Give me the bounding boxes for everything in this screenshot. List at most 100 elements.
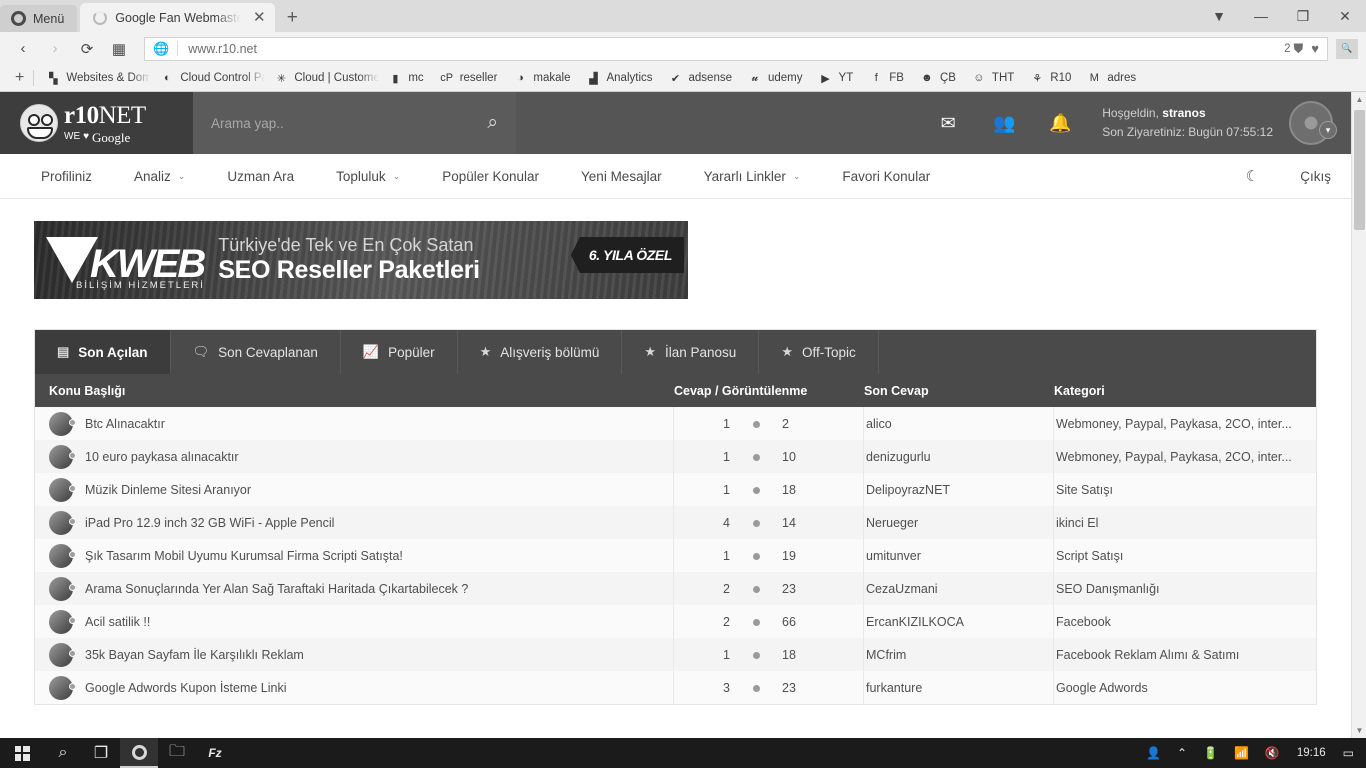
table-row[interactable]: Google Adwords Kupon İsteme Linki 3 23 furk… xyxy=(35,671,1316,704)
avatar[interactable]: ▾ xyxy=(1289,101,1337,145)
last-reply-user[interactable]: DelipoyrazNET xyxy=(866,483,950,497)
page-scrollbar[interactable]: ▲ ▼ xyxy=(1351,92,1366,738)
tab-alisveris-bolumu[interactable]: ★ Alışveriş bölümü xyxy=(458,330,623,374)
table-row[interactable]: iPad Pro 12.9 inch 32 GB WiFi - Apple Pe… xyxy=(35,506,1316,539)
show-hidden-icons-chevron[interactable]: ⌃ xyxy=(1169,738,1195,768)
nav-item-uzman-ara[interactable]: Uzman Ara xyxy=(206,169,315,184)
last-reply-user[interactable]: umitunver xyxy=(866,549,921,563)
table-row[interactable]: Müzik Dinleme Sitesi Aranıyor 1 18 Delipoyr… xyxy=(35,473,1316,506)
bookmark-item[interactable]: M adres xyxy=(1079,67,1144,89)
topic-title-link[interactable]: Müzik Dinleme Sitesi Aranıyor xyxy=(85,483,251,497)
nav-item-topluluk[interactable]: Topluluk ⌄ xyxy=(315,169,421,184)
topic-title-link[interactable]: Arama Sonuçlarında Yer Alan Sağ Taraftak… xyxy=(85,582,468,596)
start-button[interactable] xyxy=(0,738,44,768)
bookmark-item[interactable]: ◐ Cloud Control Panel xyxy=(152,67,266,89)
new-tab-button[interactable]: + xyxy=(275,3,309,32)
topic-title-link[interactable]: Google Adwords Kupon İsteme Linki xyxy=(85,681,287,695)
back-button[interactable]: ‹ xyxy=(8,36,38,62)
last-reply-user[interactable]: alico xyxy=(866,417,892,431)
site-logo[interactable]: r10NET WE ♥ Google xyxy=(0,92,193,154)
bookmark-item[interactable]: ✳ Cloud | Customer Ar xyxy=(266,67,381,89)
close-tab-icon[interactable]: ✕ xyxy=(251,10,267,25)
bookmark-item[interactable]: ☻ ÇB xyxy=(912,67,964,89)
bookmark-item[interactable]: ▮ mc xyxy=(380,67,431,89)
browser-tab[interactable]: Google Fan Webmaster Fo ✕ xyxy=(80,3,276,32)
category-link[interactable]: ikinci El xyxy=(1056,516,1098,530)
notifications-icon[interactable]: 🔔 xyxy=(1032,113,1088,134)
mail-icon[interactable]: ✉ xyxy=(920,113,976,134)
last-reply-user[interactable]: CezaUzmani xyxy=(866,582,938,596)
category-link[interactable]: SEO Danışmanlığı xyxy=(1056,582,1160,596)
topic-title-link[interactable]: Acil satilik !! xyxy=(85,615,150,629)
category-link[interactable]: Webmoney, Paypal, Paykasa, 2CO, inter... xyxy=(1056,417,1292,431)
tab-son-acilan[interactable]: ▤ Son Açılan xyxy=(35,330,171,374)
table-row[interactable]: 10 euro paykasa alınacaktır 1 10 denizugurl… xyxy=(35,440,1316,473)
tab-son-cevaplanan[interactable]: 🗨 Son Cevaplanan xyxy=(171,330,341,374)
minimize-button[interactable]: — xyxy=(1240,0,1282,32)
category-link[interactable]: Facebook Reklam Alımı & Satımı xyxy=(1056,648,1239,662)
bookmark-item[interactable]: ◑ makale xyxy=(505,67,578,89)
bookmark-item[interactable]: cP reseller xyxy=(432,67,506,89)
column-header-title[interactable]: Konu Başlığı xyxy=(35,384,674,398)
nav-item-profiliniz[interactable]: Profiliniz xyxy=(20,169,113,184)
bookmark-item[interactable]: ☺ THT xyxy=(964,67,1022,89)
dark-mode-icon[interactable]: ☾ xyxy=(1232,167,1273,185)
opera-menu-button[interactable]: Menü xyxy=(0,5,78,32)
bookmark-item[interactable]: 𝓾 udemy xyxy=(740,67,811,89)
logout-link[interactable]: Çıkış xyxy=(1279,169,1331,184)
topic-title-link[interactable]: iPad Pro 12.9 inch 32 GB WiFi - Apple Pe… xyxy=(85,516,334,530)
nav-item-populer-konular[interactable]: Popüler Konular xyxy=(421,169,560,184)
table-row[interactable]: Btc Alınacaktır 1 2 alico Webmoney, Paypal, … xyxy=(35,407,1316,440)
category-link[interactable]: Webmoney, Paypal, Paykasa, 2CO, inter... xyxy=(1056,450,1292,464)
last-reply-user[interactable]: ErcanKIZILKOCA xyxy=(866,615,964,629)
speed-dial-icon[interactable]: ▦ xyxy=(104,36,134,62)
table-row[interactable]: Şık Tasarım Mobil Uyumu Kurumsal Firma S… xyxy=(35,539,1316,572)
ad-blocker-icon[interactable]: ⛊ xyxy=(1294,41,1304,57)
bookmark-item[interactable]: ✔ adsense xyxy=(661,67,740,89)
bookmark-item[interactable]: ▚ Websites & Domains xyxy=(38,67,152,89)
opera-taskbar-icon[interactable] xyxy=(120,738,158,768)
column-header-category[interactable]: Kategori xyxy=(1054,384,1316,398)
file-explorer-icon[interactable]: 🗀 xyxy=(158,738,196,768)
topic-title-link[interactable]: Şık Tasarım Mobil Uyumu Kurumsal Firma S… xyxy=(85,549,403,563)
friends-icon[interactable]: 👥 xyxy=(976,113,1032,134)
people-icon[interactable]: 👤 xyxy=(1138,738,1169,768)
last-reply-user[interactable]: Nerueger xyxy=(866,516,918,530)
bookmark-item[interactable]: ▶ YT xyxy=(811,67,862,89)
filezilla-icon[interactable]: Fz xyxy=(196,738,234,768)
maximize-button[interactable]: ❐ xyxy=(1282,0,1324,32)
nav-item-favori-konular[interactable]: Favori Konular xyxy=(821,169,951,184)
tab-populer[interactable]: 📈 Popüler xyxy=(341,330,458,374)
scrollbar-thumb[interactable] xyxy=(1354,110,1365,230)
heart-icon[interactable]: ♥ xyxy=(1311,41,1319,56)
tab-off-topic[interactable]: ★ Off-Topic xyxy=(759,330,879,374)
forward-button[interactable]: › xyxy=(40,36,70,62)
close-window-button[interactable]: ✕ xyxy=(1324,0,1366,32)
taskbar-search-icon[interactable]: ⌕ xyxy=(44,738,82,768)
url-text[interactable]: www.r10.net xyxy=(188,42,1284,56)
category-link[interactable]: Facebook xyxy=(1056,615,1111,629)
topic-title-link[interactable]: 10 euro paykasa alınacaktır xyxy=(85,450,239,464)
address-bar[interactable]: 🌐 www.r10.net 2 ⛊ ♥ xyxy=(144,36,1328,61)
table-row[interactable]: 35k Bayan Sayfam İle Karşılıklı Reklam 1 1… xyxy=(35,638,1316,671)
battery-icon[interactable]: 🔋 xyxy=(1195,738,1226,768)
easy-setup-icon[interactable]: ▼ xyxy=(1198,0,1240,32)
last-reply-user[interactable]: denizugurlu xyxy=(866,450,931,464)
table-row[interactable]: Acil satilik !! 2 66 ErcanKIZILKOCA Facebook xyxy=(35,605,1316,638)
tab-ilan-panosu[interactable]: ★ İlan Panosu xyxy=(622,330,760,374)
nav-item-yeni-mesajlar[interactable]: Yeni Mesajlar xyxy=(560,169,683,184)
topic-title-link[interactable]: Btc Alınacaktır xyxy=(85,417,165,431)
scroll-up-arrow[interactable]: ▲ xyxy=(1352,92,1366,107)
task-view-icon[interactable]: ❐ xyxy=(82,738,120,768)
site-search[interactable]: ⌕ xyxy=(193,92,516,154)
nav-item-yararli-linkler[interactable]: Yararlı Linkler ⌄ xyxy=(683,169,822,184)
nav-item-analiz[interactable]: Analiz ⌄ xyxy=(113,169,206,184)
clock[interactable]: 19:16 xyxy=(1288,738,1335,768)
last-reply-user[interactable]: furkanture xyxy=(866,681,922,695)
bookmark-item[interactable]: ⚘ R10 xyxy=(1022,67,1079,89)
notifications-icon[interactable]: ▭ xyxy=(1335,738,1362,768)
table-row[interactable]: Arama Sonuçlarında Yer Alan Sağ Taraftak… xyxy=(35,572,1316,605)
scroll-down-arrow[interactable]: ▼ xyxy=(1352,723,1366,738)
search-input[interactable] xyxy=(211,115,488,131)
bookmark-item[interactable]: f FB xyxy=(861,67,912,89)
